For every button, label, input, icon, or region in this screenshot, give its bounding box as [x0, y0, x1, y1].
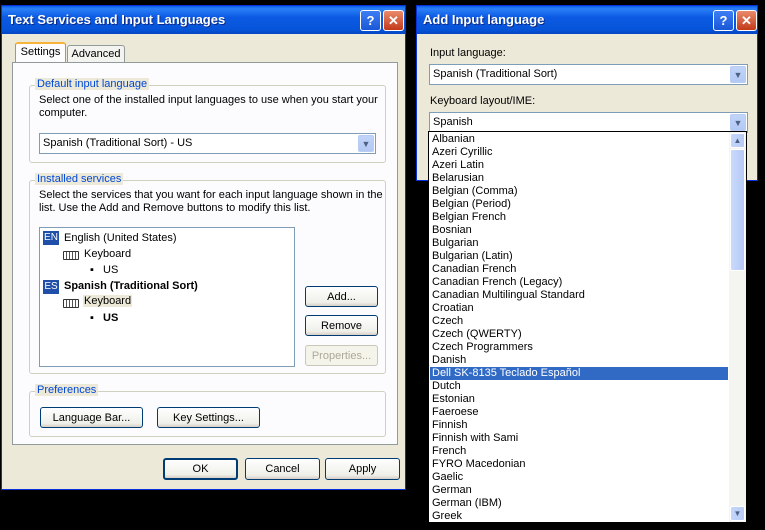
default-language-value: Spanish (Traditional Sort) - US [43, 137, 193, 149]
list-item[interactable]: Finnish with Sami [430, 432, 728, 445]
list-item[interactable]: Czech Programmers [430, 341, 728, 354]
list-item[interactable]: Bulgarian (Latin) [430, 250, 728, 263]
list-item[interactable]: Canadian French (Legacy) [430, 276, 728, 289]
keyboard-icon [63, 299, 79, 308]
list-item[interactable]: Belgian French [430, 211, 728, 224]
preferences-legend: Preferences [35, 384, 99, 396]
bullet-icon: ▪ [90, 312, 94, 324]
installed-services-legend: Installed services [35, 173, 124, 185]
list-item[interactable]: Croatian [430, 302, 728, 315]
list-item[interactable]: Czech [430, 315, 728, 328]
title-bar[interactable]: Add Input language ? ✕ [417, 6, 757, 34]
key-settings-button[interactable]: Key Settings... [157, 407, 260, 428]
list-item[interactable]: Belarusian [430, 172, 728, 185]
list-item[interactable]: Canadian French [430, 263, 728, 276]
input-language-select[interactable]: Spanish (Traditional Sort) ▼ [429, 64, 748, 85]
preferences-group: Preferences Language Bar... Key Settings… [29, 384, 386, 437]
ok-button[interactable]: OK [163, 458, 238, 480]
tree-item-spanish[interactable]: Spanish (Traditional Sort) [64, 280, 198, 292]
tree-item-english[interactable]: English (United States) [64, 232, 177, 244]
list-item[interactable]: Dell SK-8135 Teclado Español [430, 367, 728, 380]
help-icon[interactable]: ? [713, 10, 734, 31]
list-item[interactable]: Azeri Cyrillic [430, 146, 728, 159]
tree-item-us-es[interactable]: US [103, 312, 118, 324]
tab-advanced[interactable]: Advanced [67, 45, 125, 62]
default-language-legend: Default input language [35, 78, 150, 90]
list-item[interactable]: Danish [430, 354, 728, 367]
list-item[interactable]: Finnish [430, 419, 728, 432]
keyboard-icon [63, 251, 79, 260]
list-item[interactable]: Czech (QWERTY) [430, 328, 728, 341]
language-bar-button[interactable]: Language Bar... [40, 407, 143, 428]
tree-item-keyboard-es[interactable]: Keyboard [83, 295, 133, 307]
close-icon[interactable]: ✕ [383, 10, 404, 31]
tree-item-us-en[interactable]: US [103, 264, 118, 276]
title-bar[interactable]: Text Services and Input Languages ? ✕ [2, 6, 405, 34]
keyboard-layout-dropdown[interactable]: Albanian Azeri Cyrillic Azeri Latin Belarus… [428, 131, 747, 523]
default-language-select[interactable]: Spanish (Traditional Sort) - US ▼ [39, 133, 376, 154]
dialog-title: Text Services and Input Languages [8, 12, 226, 27]
input-language-label: Input language: [430, 47, 506, 59]
chevron-down-icon[interactable]: ▼ [730, 114, 746, 131]
list-item[interactable]: Estonian [430, 393, 728, 406]
text-services-dialog: Text Services and Input Languages ? ✕ Se… [1, 5, 406, 490]
cancel-button[interactable]: Cancel [245, 458, 320, 480]
close-icon[interactable]: ✕ [736, 10, 757, 31]
scroll-up-icon[interactable]: ▲ [730, 133, 745, 148]
tab-settings[interactable]: Settings [15, 42, 66, 62]
help-icon[interactable]: ? [360, 10, 381, 31]
dialog-title: Add Input language [423, 12, 545, 27]
properties-button[interactable]: Properties... [305, 345, 378, 366]
en-language-icon: EN [43, 231, 59, 245]
tree-item-keyboard-en[interactable]: Keyboard [84, 248, 131, 260]
default-language-description: Select one of the installed input langua… [39, 94, 378, 119]
bullet-icon: ▪ [90, 264, 94, 276]
installed-services-group: Installed services Select the services t… [29, 173, 386, 374]
input-language-value: Spanish (Traditional Sort) [433, 68, 558, 80]
list-item[interactable]: German (IBM) [430, 497, 728, 510]
list-item[interactable]: Belgian (Period) [430, 198, 728, 211]
es-language-icon: ES [43, 280, 59, 294]
chevron-down-icon[interactable]: ▼ [358, 135, 374, 152]
chevron-down-icon[interactable]: ▼ [730, 66, 746, 83]
scroll-down-icon[interactable]: ▼ [730, 506, 745, 521]
list-item[interactable]: FYRO Macedonian [430, 458, 728, 471]
list-item[interactable]: Albanian [430, 133, 728, 146]
add-button[interactable]: Add... [305, 286, 378, 307]
keyboard-layout-value: Spanish [433, 116, 473, 128]
remove-button[interactable]: Remove [305, 315, 378, 336]
list-item[interactable]: Gaelic [430, 471, 728, 484]
scrollbar[interactable]: ▲ ▼ [729, 132, 746, 522]
list-item[interactable]: Faeroese [430, 406, 728, 419]
list-item[interactable]: Dutch [430, 380, 728, 393]
list-item[interactable]: French [430, 445, 728, 458]
list-item[interactable]: Azeri Latin [430, 159, 728, 172]
services-tree[interactable]: EN English (United States) Keyboard ▪ US… [39, 227, 295, 367]
keyboard-layout-select[interactable]: Spanish ▼ [429, 112, 748, 133]
list-item[interactable]: Greek [430, 510, 728, 522]
list-item[interactable]: Bulgarian [430, 237, 728, 250]
list-item[interactable]: German [430, 484, 728, 497]
list-item[interactable]: Canadian Multilingual Standard [430, 289, 728, 302]
default-language-group: Default input language Select one of the… [29, 78, 386, 163]
scroll-thumb[interactable] [730, 149, 745, 271]
list-item[interactable]: Belgian (Comma) [430, 185, 728, 198]
installed-services-description: Select the services that you want for ea… [39, 189, 383, 214]
list-item[interactable]: Bosnian [430, 224, 728, 237]
keyboard-layout-label: Keyboard layout/IME: [430, 95, 536, 107]
apply-button[interactable]: Apply [325, 458, 400, 480]
